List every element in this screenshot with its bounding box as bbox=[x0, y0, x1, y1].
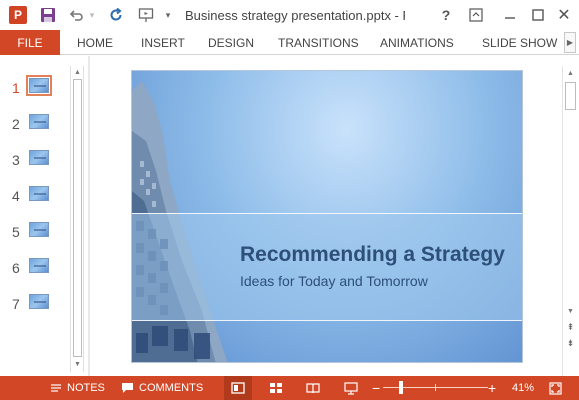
notes-label: NOTES bbox=[67, 382, 105, 394]
document-title: Business strategy presentation.pptx - Po… bbox=[185, 8, 405, 23]
slide-sorter-icon[interactable] bbox=[265, 376, 287, 400]
tab-slide-show[interactable]: SLIDE SHOW bbox=[482, 30, 557, 55]
status-bar: NOTES COMMENTS − + 41% bbox=[0, 376, 579, 400]
title-bar: P ▾ ▾ Business strategy presentation.ppt… bbox=[0, 0, 579, 30]
scroll-down-icon[interactable]: ▼ bbox=[71, 358, 84, 370]
slide-number: 5 bbox=[12, 224, 20, 240]
scroll-down-icon[interactable]: ▼ bbox=[563, 304, 578, 318]
scroll-up-icon[interactable]: ▲ bbox=[563, 66, 578, 80]
slide-thumbnail-3[interactable]: 3 bbox=[0, 148, 70, 176]
zoom-level[interactable]: 41% bbox=[512, 376, 534, 400]
comment-icon bbox=[122, 383, 133, 393]
slide-subtitle[interactable]: Ideas for Today and Tomorrow bbox=[240, 273, 428, 289]
slide-preview bbox=[29, 78, 49, 93]
refresh-icon[interactable] bbox=[106, 4, 126, 26]
slide-number: 7 bbox=[12, 296, 20, 312]
slide-preview bbox=[29, 186, 49, 201]
notes-button[interactable]: NOTES bbox=[50, 376, 105, 400]
slide-scrollbar[interactable]: ▲ ▼ ⇞ ⇟ bbox=[562, 66, 578, 376]
comments-label: COMMENTS bbox=[139, 382, 204, 394]
ribbon-tabs: FILE HOME INSERT DESIGN TRANSITIONS ANIM… bbox=[0, 30, 579, 55]
slide-preview bbox=[29, 222, 49, 237]
tab-animations[interactable]: ANIMATIONS bbox=[380, 30, 454, 55]
next-slide-icon[interactable]: ⇟ bbox=[563, 336, 578, 350]
slide-thumbnail-1[interactable]: 1 bbox=[0, 75, 70, 104]
scroll-thumb[interactable] bbox=[73, 79, 82, 357]
maximize-icon[interactable] bbox=[530, 4, 546, 26]
normal-view-icon[interactable] bbox=[224, 376, 252, 400]
slide-thumbnail-5[interactable]: 5 bbox=[0, 220, 70, 248]
slide-preview bbox=[29, 114, 49, 129]
slide-preview bbox=[29, 258, 49, 273]
slide-title[interactable]: Recommending a Strategy bbox=[240, 243, 505, 267]
fit-slide-icon[interactable] bbox=[547, 376, 563, 400]
tab-file[interactable]: FILE bbox=[0, 30, 60, 55]
help-icon[interactable]: ? bbox=[438, 4, 454, 26]
comments-button[interactable]: COMMENTS bbox=[121, 376, 203, 400]
scroll-thumb[interactable] bbox=[565, 82, 576, 110]
tab-home[interactable]: HOME bbox=[77, 30, 113, 55]
slide-thumbnail-2[interactable]: 2 bbox=[0, 112, 70, 140]
thumbnails-scrollbar[interactable]: ▲ ▼ bbox=[70, 66, 84, 372]
app-logo-letter: P bbox=[9, 6, 27, 24]
zoom-in-button[interactable]: + bbox=[488, 376, 496, 400]
slide-preview bbox=[29, 294, 49, 309]
slide-show-icon[interactable] bbox=[340, 376, 362, 400]
powerpoint-logo-icon[interactable]: P bbox=[8, 4, 28, 26]
notes-icon bbox=[51, 384, 61, 392]
slide-number: 6 bbox=[12, 260, 20, 276]
slide-number: 2 bbox=[12, 116, 20, 132]
title-band bbox=[132, 213, 522, 321]
chevron-right-icon[interactable]: ▶ bbox=[564, 32, 576, 53]
minimize-icon[interactable] bbox=[502, 4, 518, 26]
start-from-beginning-icon[interactable] bbox=[136, 4, 156, 26]
undo-dropdown-icon[interactable]: ▾ bbox=[86, 4, 98, 26]
undo-icon[interactable] bbox=[66, 4, 86, 26]
ribbon-display-options-icon[interactable] bbox=[468, 4, 484, 26]
tab-design[interactable]: DESIGN bbox=[208, 30, 254, 55]
slide-number: 3 bbox=[12, 152, 20, 168]
tab-insert[interactable]: INSERT bbox=[141, 30, 185, 55]
slide-thumbnail-6[interactable]: 6 bbox=[0, 256, 70, 284]
slide-number: 1 bbox=[12, 80, 20, 96]
reading-view-icon[interactable] bbox=[302, 376, 324, 400]
current-slide[interactable]: Recommending a Strategy Ideas for Today … bbox=[131, 70, 523, 363]
tab-transitions[interactable]: TRANSITIONS bbox=[278, 30, 359, 55]
slide-thumbnail-7[interactable]: 7 bbox=[0, 292, 70, 320]
zoom-slider-knob[interactable] bbox=[399, 381, 403, 394]
zoom-center-tick bbox=[435, 384, 436, 391]
customize-qat-icon[interactable]: ▾ bbox=[162, 4, 174, 26]
zoom-out-button[interactable]: − bbox=[372, 376, 380, 400]
close-icon[interactable]: ✕ bbox=[556, 4, 572, 26]
slide-number: 4 bbox=[12, 188, 20, 204]
slide-thumbnail-4[interactable]: 4 bbox=[0, 184, 70, 212]
save-icon[interactable] bbox=[38, 4, 58, 26]
previous-slide-icon[interactable]: ⇞ bbox=[563, 320, 578, 334]
slide-preview bbox=[29, 150, 49, 165]
scroll-up-icon[interactable]: ▲ bbox=[71, 66, 84, 78]
